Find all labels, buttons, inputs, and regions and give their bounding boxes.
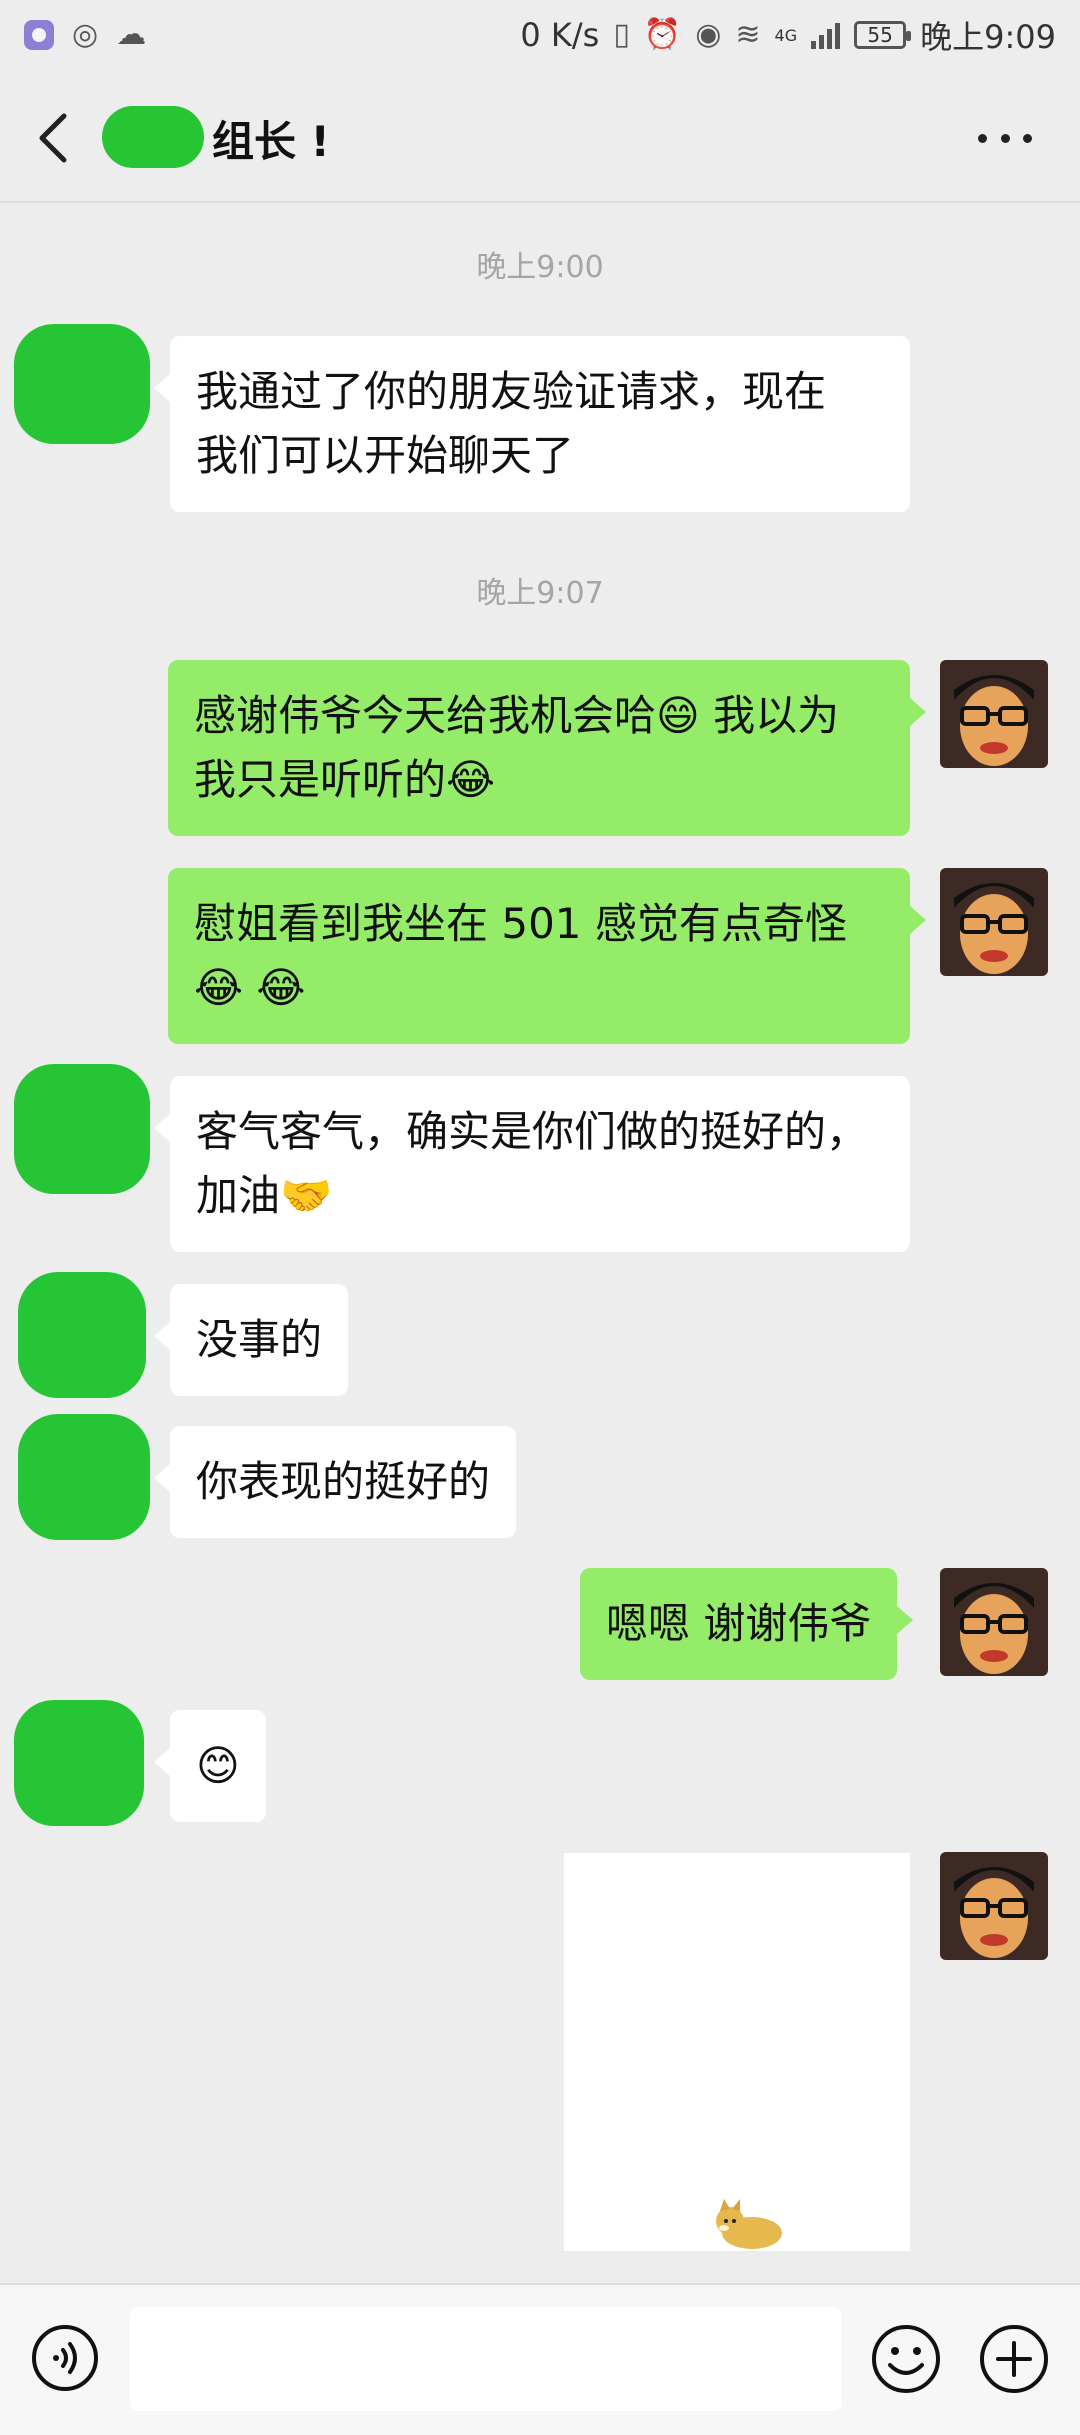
timestamp: 晚上9:07: [476, 576, 604, 611]
cloud-icon: ☁: [116, 17, 147, 52]
message-line: 我通过了你的朋友验证请求，现在: [196, 367, 827, 416]
message-line: 😂 😂: [194, 963, 306, 1012]
message-bubble-out[interactable]: 感谢伟爷今天给我机会哈😄 我以为 我只是听听的😂: [168, 660, 926, 836]
avatar-redacted[interactable]: [14, 1064, 150, 1194]
avatar-self[interactable]: [940, 660, 1048, 768]
message-line: 没事的: [196, 1315, 323, 1364]
message-bubble-in[interactable]: 😊: [154, 1710, 266, 1822]
message-line: 我们可以开始聊天了: [196, 431, 575, 480]
message-bubble-out[interactable]: 嗯嗯 谢谢伟爷: [580, 1568, 914, 1680]
message-line: 加油🤝: [196, 1171, 333, 1220]
sticker-image[interactable]: [564, 1853, 910, 2251]
app-notification-icon: [24, 20, 54, 50]
net-speed: 0 K/s: [520, 16, 600, 54]
status-bar: ◎ ☁ 0 K/s ▯ ⏰ ◉ ≋ 4G 55 晚上9:09: [0, 0, 1080, 70]
message-line: 感谢伟爷今天给我机会哈😄 我以为: [194, 691, 840, 740]
avatar-self[interactable]: [940, 868, 1048, 976]
chat-title: 组长 !: [212, 117, 330, 166]
more-dots-icon[interactable]: [978, 130, 1032, 146]
hotspot-icon: ◎: [72, 17, 99, 52]
message-input[interactable]: [130, 2307, 842, 2411]
message-line: 我只是听听的😂: [194, 755, 496, 804]
avatar-redacted[interactable]: [18, 1414, 150, 1540]
avatar-redacted[interactable]: [14, 1700, 144, 1826]
message-bubble-in[interactable]: 没事的: [153, 1284, 349, 1396]
message-line: 你表现的挺好的: [196, 1457, 491, 1506]
avatar-self[interactable]: [940, 1852, 1048, 1960]
message-bubble-out[interactable]: 慰姐看到我坐在 501 感觉有点奇怪 😂 😂: [168, 868, 926, 1044]
avatar-redacted[interactable]: [18, 1272, 146, 1398]
message-bubble-in[interactable]: 客气客气，确实是你们做的挺好的， 加油🤝: [154, 1076, 910, 1252]
message-bubble-in[interactable]: 你表现的挺好的: [153, 1426, 517, 1538]
clock: 晚上9:09: [920, 18, 1056, 56]
avatar-self[interactable]: [940, 1568, 1048, 1676]
avatar-redacted[interactable]: [14, 324, 150, 444]
signal-icon: [811, 21, 841, 49]
battery-icon: 55: [854, 21, 912, 49]
network-type: 4G: [774, 26, 798, 45]
chevron-left-icon[interactable]: [34, 110, 74, 166]
doge-sticker-icon: [716, 2199, 782, 2249]
status-left: ◎ ☁: [24, 20, 146, 50]
eye-comfort-icon: ◉: [695, 17, 722, 52]
message-bubble-in[interactable]: 我通过了你的朋友验证请求，现在 我们可以开始聊天了: [154, 336, 910, 512]
message-line: 客气客气，确实是你们做的挺好的，: [196, 1107, 869, 1156]
message-line: 😊: [196, 1741, 240, 1790]
vibrate-icon: ▯: [613, 17, 630, 52]
redacted-name: [102, 106, 204, 168]
chat-header: 组长 !: [0, 70, 1080, 203]
plus-icon[interactable]: [978, 2323, 1050, 2395]
smile-icon[interactable]: [870, 2323, 942, 2395]
message-line: 嗯嗯 谢谢伟爷: [606, 1599, 872, 1648]
voice-icon[interactable]: [30, 2323, 100, 2393]
message-line: 慰姐看到我坐在 501 感觉有点奇怪: [194, 899, 847, 948]
wifi-icon: ≋: [735, 17, 761, 52]
timestamp: 晚上9:00: [476, 250, 604, 285]
input-bar: [0, 2283, 1080, 2435]
status-right: 0 K/s ▯ ⏰ ◉ ≋ 4G 55 晚上9:09: [520, 12, 1056, 58]
alarm-icon: ⏰: [643, 17, 682, 52]
